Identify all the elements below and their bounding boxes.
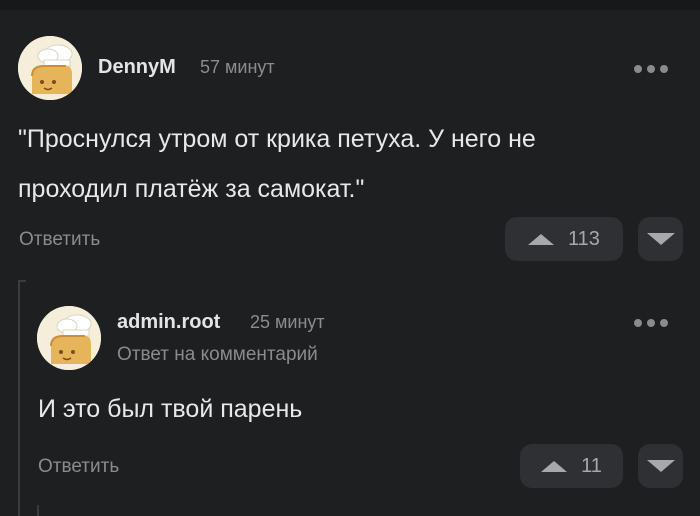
arrow-down-icon (646, 460, 675, 472)
thread-line-nested[interactable] (37, 505, 39, 516)
comment-text-line: проходил платёж за самокат." (18, 175, 365, 203)
top-bar (0, 0, 700, 10)
more-dots-icon[interactable] (634, 65, 668, 73)
more-dots-icon[interactable] (634, 319, 668, 327)
avatar[interactable] (18, 36, 82, 100)
comment-text: "Проснулся утром от крика петуха. У него… (18, 114, 536, 214)
comment-time: 25 минут (250, 312, 325, 332)
downvote-button[interactable] (638, 217, 683, 261)
reply-button[interactable]: Ответить (38, 456, 119, 478)
comment-text-line: "Проснулся утром от крика петуха. У него… (18, 125, 536, 153)
arrow-up-icon (528, 233, 555, 245)
rating-count: 11 (581, 454, 602, 477)
chef-bread-avatar-icon (18, 36, 82, 100)
thread-line[interactable] (18, 280, 20, 516)
arrow-down-icon (646, 233, 675, 245)
reply-button[interactable]: Ответить (19, 229, 100, 251)
comment-time: 57 минут (200, 57, 275, 77)
comment-text: И это был твой парень (38, 384, 302, 434)
avatar[interactable] (37, 306, 101, 370)
rating-count: 113 (568, 227, 600, 250)
downvote-button[interactable] (638, 444, 683, 488)
comment-text-line: И это был твой парень (38, 395, 303, 423)
arrow-up-icon (541, 460, 568, 472)
username[interactable]: DennyM (98, 56, 176, 79)
chef-bread-avatar-icon (37, 306, 101, 370)
upvote-button[interactable]: 113 (505, 217, 623, 261)
upvote-button[interactable]: 11 (520, 444, 623, 488)
username[interactable]: admin.root (117, 311, 220, 334)
reply-to-link[interactable]: Ответ на комментарий (117, 344, 318, 366)
